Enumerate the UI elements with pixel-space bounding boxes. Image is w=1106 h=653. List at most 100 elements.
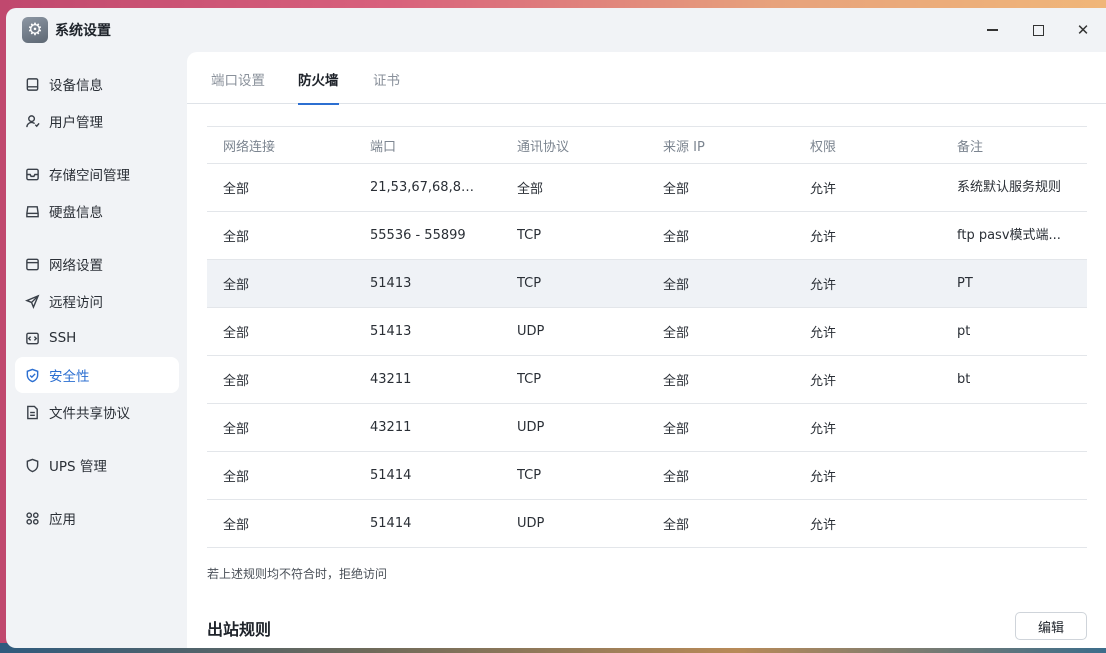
tab-certificate[interactable]: 证书 (373, 69, 400, 103)
cell-network: 全部 (223, 230, 250, 245)
sidebar-item-ssh[interactable]: SSH (15, 320, 179, 356)
cell-port-text: 43211 (370, 419, 412, 435)
table-row[interactable]: 全部 55536 - 55899 TCP 全部 允许 ftp pasv模式端..… (207, 212, 1087, 260)
cell-port-text: 51413 (370, 323, 412, 339)
cell-network: 全部 (223, 326, 250, 341)
cell-remark-text: ftp pasv模式端... (957, 227, 1061, 243)
close-button[interactable]: ✕ (1070, 18, 1096, 42)
column-header-source-ip: 来源 IP (663, 139, 705, 155)
cell-port: 51413 (370, 260, 482, 307)
sidebar-item-label: 硬盘信息 (49, 205, 103, 221)
cell-source-ip: 全部 (663, 518, 690, 533)
table-row[interactable]: 全部 51413 TCP 全部 允许 PT (207, 260, 1087, 308)
cell-source-ip: 全部 (663, 470, 690, 485)
cell-permission: 允许 (810, 422, 837, 437)
cell-remark: PT (957, 260, 1075, 307)
device-icon (24, 76, 40, 92)
sidebar-item-label: 应用 (49, 512, 76, 528)
title-bar: ⚙ 系统设置 ✕ (6, 8, 1106, 52)
sidebar-item-label: 网络设置 (49, 258, 103, 274)
cell-permission: 允许 (810, 326, 837, 341)
maximize-icon (1032, 24, 1044, 36)
sidebar-item-label: 远程访问 (49, 295, 103, 311)
sidebar-item-device-info[interactable]: 设备信息 (15, 66, 179, 102)
settings-gear-icon: ⚙ (22, 17, 48, 43)
shield-icon (24, 457, 40, 473)
close-icon: ✕ (1076, 21, 1090, 39)
sidebar-item-storage[interactable]: 存储空间管理 (15, 156, 179, 192)
cell-port-text: 51413 (370, 275, 412, 291)
cell-remark: pt (957, 308, 1075, 355)
cell-permission: 允许 (810, 374, 837, 389)
cell-port-text: 51414 (370, 467, 412, 483)
cell-permission: 允许 (810, 182, 837, 197)
sidebar-item-label: 设备信息 (49, 78, 103, 94)
table-row[interactable]: 全部 51414 UDP 全部 允许 (207, 500, 1087, 548)
cell-network: 全部 (223, 422, 250, 437)
table-row[interactable]: 全部 51414 TCP 全部 允许 (207, 452, 1087, 500)
sidebar-item-label: 用户管理 (49, 115, 103, 131)
minimize-button[interactable] (979, 18, 1005, 42)
shield-check-icon (24, 367, 40, 383)
sidebar-item-remote-access[interactable]: 远程访问 (15, 283, 179, 319)
cell-port-text: 51414 (370, 515, 412, 531)
cell-source-ip: 全部 (663, 230, 690, 245)
cell-permission: 允许 (810, 278, 837, 293)
cell-remark: bt (957, 356, 1075, 403)
cell-network: 全部 (223, 182, 250, 197)
cell-port: 51414 (370, 452, 482, 499)
cell-port: 55536 - 55899 (370, 212, 482, 259)
cell-protocol: UDP (517, 324, 545, 339)
cell-remark (957, 500, 1075, 547)
settings-window: ⚙ 系统设置 ✕ 设备信息 用户管理 存储空间管理 硬盘信息 网络设置 远程访问… (6, 8, 1106, 648)
cell-source-ip: 全部 (663, 182, 690, 197)
table-row[interactable]: 全部 43211 TCP 全部 允许 bt (207, 356, 1087, 404)
sidebar-item-disk-info[interactable]: 硬盘信息 (15, 193, 179, 229)
default-deny-note: 若上述规则均不符合时，拒绝访问 (207, 567, 388, 581)
cell-port-text: 21,53,67,68,80,1... (370, 179, 482, 195)
cell-remark: 系统默认服务规则 (957, 164, 1075, 211)
sidebar-item-user-management[interactable]: 用户管理 (15, 103, 179, 139)
sidebar-item-security[interactable]: 安全性 (15, 357, 179, 393)
tab-firewall[interactable]: 防火墙 (298, 69, 339, 105)
table-row[interactable]: 全部 43211 UDP 全部 允许 (207, 404, 1087, 452)
cell-permission: 允许 (810, 230, 837, 245)
cell-port-text: 55536 - 55899 (370, 227, 466, 243)
file-icon (24, 404, 40, 420)
column-header-port: 端口 (370, 139, 397, 155)
tab-bar: 端口设置 防火墙 证书 (187, 52, 1106, 105)
edit-button[interactable]: 编辑 (1015, 612, 1087, 640)
cell-permission: 允许 (810, 518, 837, 533)
cell-network: 全部 (223, 518, 250, 533)
sidebar-item-apps[interactable]: 应用 (15, 500, 179, 536)
apps-icon (24, 510, 40, 526)
sidebar-item-label: 存储空间管理 (49, 168, 130, 184)
firewall-rules-table: 网络连接 端口 通讯协议 来源 IP 权限 备注 全部 21,53,67,68,… (207, 126, 1087, 548)
user-icon (24, 113, 40, 129)
sidebar-item-network[interactable]: 网络设置 (15, 246, 179, 282)
cell-port: 51414 (370, 500, 482, 547)
cell-protocol: TCP (517, 228, 542, 243)
cell-port: 43211 (370, 356, 482, 403)
cell-port-text: 43211 (370, 371, 412, 387)
sidebar-item-label: SSH (49, 330, 77, 346)
cell-protocol: UDP (517, 420, 545, 435)
cell-remark: ftp pasv模式端... (957, 212, 1075, 259)
sidebar-item-ups[interactable]: UPS 管理 (15, 447, 179, 483)
table-header-row: 网络连接 端口 通讯协议 来源 IP 权限 备注 (207, 127, 1087, 164)
cell-remark-text: 系统默认服务规则 (957, 179, 1062, 195)
sidebar-item-file-sharing[interactable]: 文件共享协议 (15, 394, 179, 430)
column-header-network: 网络连接 (223, 139, 276, 155)
code-icon (24, 330, 40, 346)
cell-network: 全部 (223, 374, 250, 389)
table-row[interactable]: 全部 21,53,67,68,80,1... 全部 全部 允许 系统默认服务规则 (207, 164, 1087, 212)
maximize-button[interactable] (1025, 18, 1051, 42)
storage-icon (24, 166, 40, 182)
cell-remark (957, 452, 1075, 499)
sidebar-item-label: 安全性 (49, 369, 90, 385)
main-panel: 端口设置 防火墙 证书 网络连接 端口 通讯协议 来源 IP 权限 备注 全部 … (187, 52, 1106, 648)
table-row[interactable]: 全部 51413 UDP 全部 允许 pt (207, 308, 1087, 356)
window-title: 系统设置 (55, 23, 111, 39)
cell-remark-text: bt (957, 371, 971, 387)
tab-port-settings[interactable]: 端口设置 (211, 69, 265, 103)
